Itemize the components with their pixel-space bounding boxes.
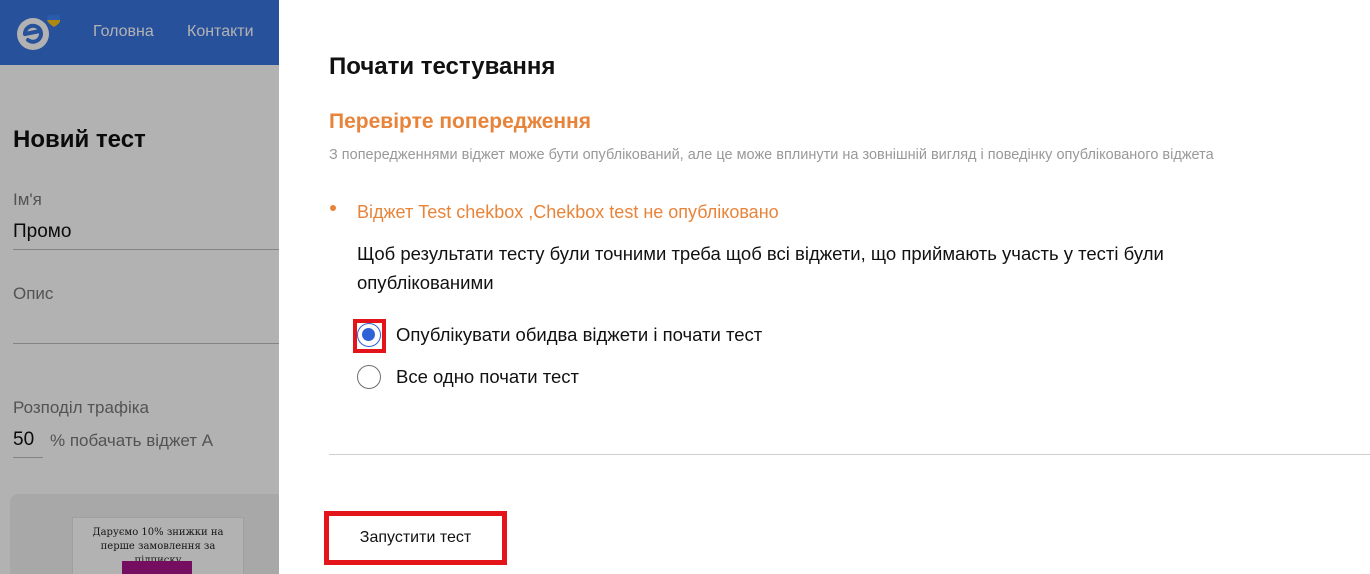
divider — [329, 454, 1370, 455]
warning-explanation: Щоб результати тесту були точними треба … — [357, 243, 1164, 293]
warning-item: Віджет Test chekbox ,Chekbox test не опу… — [357, 202, 779, 222]
radio-unselected-icon[interactable] — [357, 365, 381, 389]
option-start-anyway[interactable]: Все одно почати тест — [357, 364, 579, 390]
option-label[interactable]: Все одно почати тест — [396, 366, 579, 388]
highlight-box — [353, 319, 386, 353]
start-test-button[interactable]: Запустити тест — [324, 511, 507, 565]
bullet-icon — [330, 205, 336, 211]
modal-title: Почати тестування — [329, 53, 556, 80]
option-publish-both[interactable]: Опублікувати обидва віджети і почати тес… — [357, 322, 762, 348]
warning-description: З попередженнями віджет може бути опублі… — [329, 147, 1214, 163]
warning-heading: Перевірте попередження — [329, 110, 591, 133]
start-testing-panel: Почати тестування Перевірте попередження… — [279, 0, 1370, 574]
background-page: Головна Контакти Новий тест Ім'я Промо О… — [0, 0, 279, 574]
modal-overlay[interactable] — [0, 0, 279, 574]
option-label[interactable]: Опублікувати обидва віджети і почати тес… — [396, 324, 762, 346]
